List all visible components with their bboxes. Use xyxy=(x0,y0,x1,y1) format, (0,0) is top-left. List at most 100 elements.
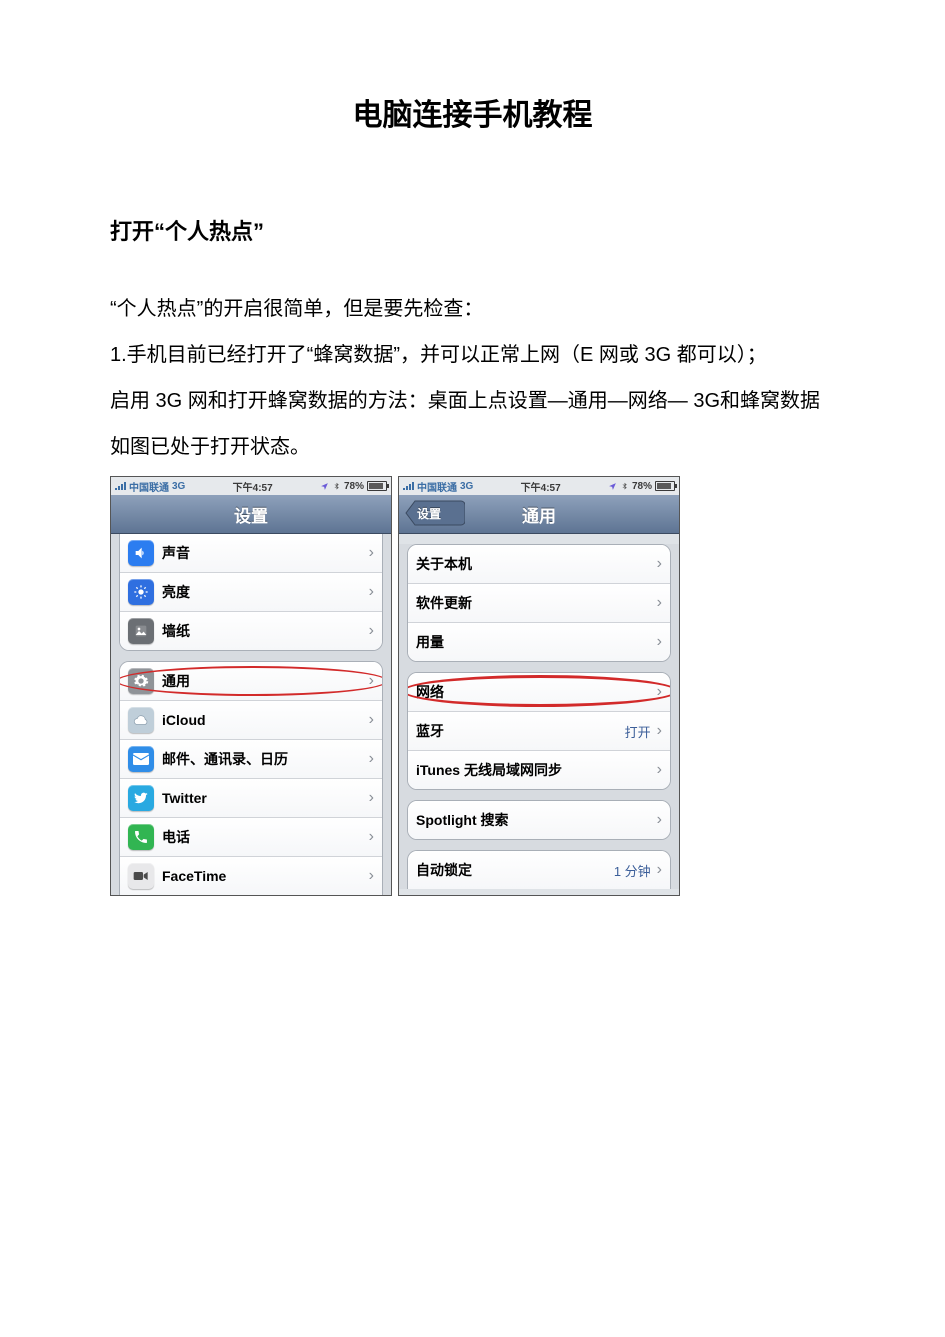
bluetooth-icon xyxy=(332,482,341,491)
chevron-right-icon: › xyxy=(369,711,374,729)
back-button-label: 设置 xyxy=(417,501,449,525)
row-label: 电话 xyxy=(162,827,369,847)
chevron-right-icon: › xyxy=(657,683,662,701)
row-label: 关于本机 xyxy=(416,554,657,574)
phone-screenshot-settings: 中国联通 3G 下午4:57 78% 设置 xyxy=(110,476,392,896)
chevron-right-icon: › xyxy=(657,722,662,740)
row-label: FaceTime xyxy=(162,868,369,884)
row-value: 1 分钟 xyxy=(614,861,651,880)
row-label: Twitter xyxy=(162,790,369,806)
paragraph-4: 如图已处于打开状态。 xyxy=(110,424,835,470)
chevron-right-icon: › xyxy=(657,633,662,651)
row-network[interactable]: 网络 › xyxy=(408,673,670,711)
row-auto-lock[interactable]: 自动锁定 1 分钟 › xyxy=(408,851,670,889)
row-label: 墙纸 xyxy=(162,621,369,641)
paragraph-3: 启用 3G 网和打开蜂窝数据的方法：桌面上点设置—通用—网络— 3G和蜂窝数据 xyxy=(110,378,835,424)
screenshot-pair: 中国联通 3G 下午4:57 78% 设置 xyxy=(110,476,835,896)
row-mail-contacts-calendar[interactable]: 邮件、通讯录、日历 › xyxy=(120,739,382,778)
battery-icon xyxy=(655,481,675,491)
status-bar: 中国联通 3G 下午4:57 78% xyxy=(111,477,391,495)
carrier-label: 中国联通 xyxy=(129,479,169,494)
paragraph-1: “个人热点”的开启很简单，但是要先检查： xyxy=(110,286,835,332)
brightness-icon xyxy=(128,579,154,605)
location-icon xyxy=(608,482,617,491)
row-icloud[interactable]: iCloud › xyxy=(120,700,382,739)
section-heading: 打开“个人热点” xyxy=(110,214,835,246)
settings-group-main: 通用 › iCloud › xyxy=(119,661,383,895)
chevron-right-icon: › xyxy=(657,555,662,573)
nav-title: 通用 xyxy=(522,502,556,527)
row-software-update[interactable]: 软件更新 › xyxy=(408,583,670,622)
signal-icon xyxy=(403,482,414,490)
twitter-icon xyxy=(128,785,154,811)
row-bluetooth[interactable]: 蓝牙 打开 › xyxy=(408,711,670,750)
chevron-right-icon: › xyxy=(369,622,374,640)
row-label: iTunes 无线局域网同步 xyxy=(416,760,657,780)
battery-icon xyxy=(367,481,387,491)
row-spotlight[interactable]: Spotlight 搜索 › xyxy=(408,801,670,839)
settings-list: 声音 › 亮度 › 墙纸 › xyxy=(111,534,391,895)
chevron-right-icon: › xyxy=(369,789,374,807)
chevron-right-icon: › xyxy=(369,828,374,846)
chevron-right-icon: › xyxy=(369,544,374,562)
row-usage[interactable]: 用量 › xyxy=(408,622,670,661)
general-list: 关于本机 › 软件更新 › 用量 › 网络 › xyxy=(399,544,679,889)
row-label: Spotlight 搜索 xyxy=(416,810,657,830)
location-icon xyxy=(320,482,329,491)
row-sound[interactable]: 声音 › xyxy=(120,534,382,572)
row-twitter[interactable]: Twitter › xyxy=(120,778,382,817)
row-label: 邮件、通讯录、日历 xyxy=(162,749,369,769)
document-title: 电脑连接手机教程 xyxy=(110,90,835,134)
row-wallpaper[interactable]: 墙纸 › xyxy=(120,611,382,650)
nav-bar: 设置 xyxy=(111,495,391,534)
row-general[interactable]: 通用 › xyxy=(120,662,382,700)
chevron-right-icon: › xyxy=(369,867,374,885)
row-facetime[interactable]: FaceTime › xyxy=(120,856,382,895)
row-label: 声音 xyxy=(162,543,369,563)
row-value: 打开 xyxy=(625,722,651,741)
network-type-label: 3G xyxy=(460,481,473,492)
battery-percent-label: 78% xyxy=(344,481,364,492)
chevron-right-icon: › xyxy=(657,811,662,829)
row-label: 用量 xyxy=(416,632,657,652)
chevron-right-icon: › xyxy=(657,594,662,612)
row-label: 通用 xyxy=(162,671,369,691)
phone-screenshot-general: 中国联通 3G 下午4:57 78% 设置 通用 xyxy=(398,476,680,896)
mail-icon xyxy=(128,746,154,772)
signal-icon xyxy=(115,482,126,490)
row-label: 软件更新 xyxy=(416,593,657,613)
row-itunes-wifi-sync[interactable]: iTunes 无线局域网同步 › xyxy=(408,750,670,789)
general-group-4: 自动锁定 1 分钟 › xyxy=(407,850,671,889)
row-phone[interactable]: 电话 › xyxy=(120,817,382,856)
nav-title: 设置 xyxy=(234,502,268,527)
chevron-right-icon: › xyxy=(657,761,662,779)
row-label: 网络 xyxy=(416,682,657,702)
chevron-right-icon: › xyxy=(369,672,374,690)
status-time: 下午4:57 xyxy=(185,479,320,494)
network-type-label: 3G xyxy=(172,481,185,492)
row-label: 亮度 xyxy=(162,582,369,602)
row-label: 自动锁定 xyxy=(416,860,614,880)
chevron-right-icon: › xyxy=(369,750,374,768)
general-group-2: 网络 › 蓝牙 打开 › iTunes 无线局域网同步 › xyxy=(407,672,671,790)
settings-group-appearance: 声音 › 亮度 › 墙纸 › xyxy=(119,534,383,651)
paragraph-2: 1.手机目前已经打开了“蜂窝数据”，并可以正常上网（E 网或 3G 都可以）； xyxy=(110,332,835,378)
document-page: 电脑连接手机教程 打开“个人热点” “个人热点”的开启很简单，但是要先检查： 1… xyxy=(0,0,945,1337)
cloud-icon xyxy=(128,707,154,733)
status-time: 下午4:57 xyxy=(473,479,608,494)
battery-percent-label: 78% xyxy=(632,481,652,492)
general-group-1: 关于本机 › 软件更新 › 用量 › xyxy=(407,544,671,662)
row-label: 蓝牙 xyxy=(416,721,625,741)
nav-bar: 设置 通用 xyxy=(399,495,679,534)
gear-icon xyxy=(128,668,154,694)
general-group-3: Spotlight 搜索 › xyxy=(407,800,671,840)
status-bar: 中国联通 3G 下午4:57 78% xyxy=(399,477,679,495)
back-button[interactable]: 设置 xyxy=(405,501,465,525)
row-label: iCloud xyxy=(162,712,369,728)
wallpaper-icon xyxy=(128,618,154,644)
chevron-right-icon: › xyxy=(657,861,662,879)
facetime-icon xyxy=(128,863,154,889)
row-about[interactable]: 关于本机 › xyxy=(408,545,670,583)
bluetooth-icon xyxy=(620,482,629,491)
row-brightness[interactable]: 亮度 › xyxy=(120,572,382,611)
